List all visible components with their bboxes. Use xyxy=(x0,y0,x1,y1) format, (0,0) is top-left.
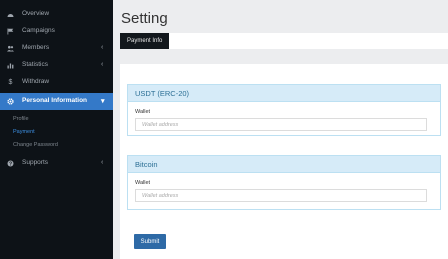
chevron-left-icon: ‹ xyxy=(101,159,104,166)
svg-text:?: ? xyxy=(9,161,12,167)
sidebar: Overview Campaigns Members ‹ Statistics … xyxy=(0,0,113,259)
chevron-down-icon: ▾ xyxy=(101,98,105,105)
wallet-label: Wallet xyxy=(135,180,151,186)
submenu-change-password[interactable]: Change Password xyxy=(13,142,58,148)
sidebar-item-statistics[interactable]: Statistics ‹ xyxy=(0,57,113,74)
page-title: Setting xyxy=(121,10,168,27)
sidebar-item-label: Members xyxy=(22,44,50,51)
submit-button[interactable]: Submit xyxy=(134,234,166,249)
usdt-wallet-input[interactable]: Wallet address xyxy=(135,118,427,131)
flag-icon xyxy=(7,28,14,35)
sidebar-item-label: Campaigns xyxy=(22,27,55,34)
usdt-panel: USDT (ERC-20) Wallet Wallet address xyxy=(127,84,441,136)
wallet-label: Wallet xyxy=(135,109,151,115)
bitcoin-wallet-input[interactable]: Wallet address xyxy=(135,189,427,202)
bitcoin-panel: Bitcoin Wallet Wallet address xyxy=(127,155,441,210)
sidebar-item-supports[interactable]: ? Supports ‹ xyxy=(0,155,113,172)
submenu-payment[interactable]: Payment xyxy=(13,129,35,135)
users-icon xyxy=(7,45,14,52)
bar-chart-icon xyxy=(7,62,14,69)
tab-payment-info[interactable]: Payment Info xyxy=(120,33,170,49)
sidebar-item-campaigns[interactable]: Campaigns xyxy=(0,23,113,40)
sidebar-item-label: Withdraw xyxy=(22,78,50,85)
chevron-left-icon: ‹ xyxy=(101,61,104,68)
panel-title: Bitcoin xyxy=(128,156,440,173)
sidebar-item-label: Statistics xyxy=(22,61,49,68)
tab-bar: Payment Info xyxy=(120,33,448,49)
main-content: Setting Payment Info USDT (ERC-20) Walle… xyxy=(113,0,448,259)
dashboard-icon xyxy=(7,11,14,18)
dollar-icon: $ xyxy=(8,79,13,86)
sidebar-item-label: Overview xyxy=(22,10,50,17)
payment-card: USDT (ERC-20) Wallet Wallet address Bitc… xyxy=(120,64,448,259)
submenu-profile[interactable]: Profile xyxy=(13,116,29,122)
sidebar-item-withdraw[interactable]: $ Withdraw xyxy=(0,74,113,91)
sidebar-item-overview[interactable]: Overview xyxy=(0,6,113,23)
panel-title: USDT (ERC-20) xyxy=(128,85,440,102)
help-icon: ? xyxy=(7,160,14,167)
gear-icon xyxy=(7,98,14,105)
sidebar-item-members[interactable]: Members ‹ xyxy=(0,40,113,57)
sidebar-item-personal-information[interactable]: Personal Information ▾ xyxy=(0,93,113,110)
chevron-left-icon: ‹ xyxy=(101,44,104,51)
sidebar-item-label: Supports xyxy=(22,159,49,166)
sidebar-item-label: Personal Information xyxy=(22,97,88,104)
